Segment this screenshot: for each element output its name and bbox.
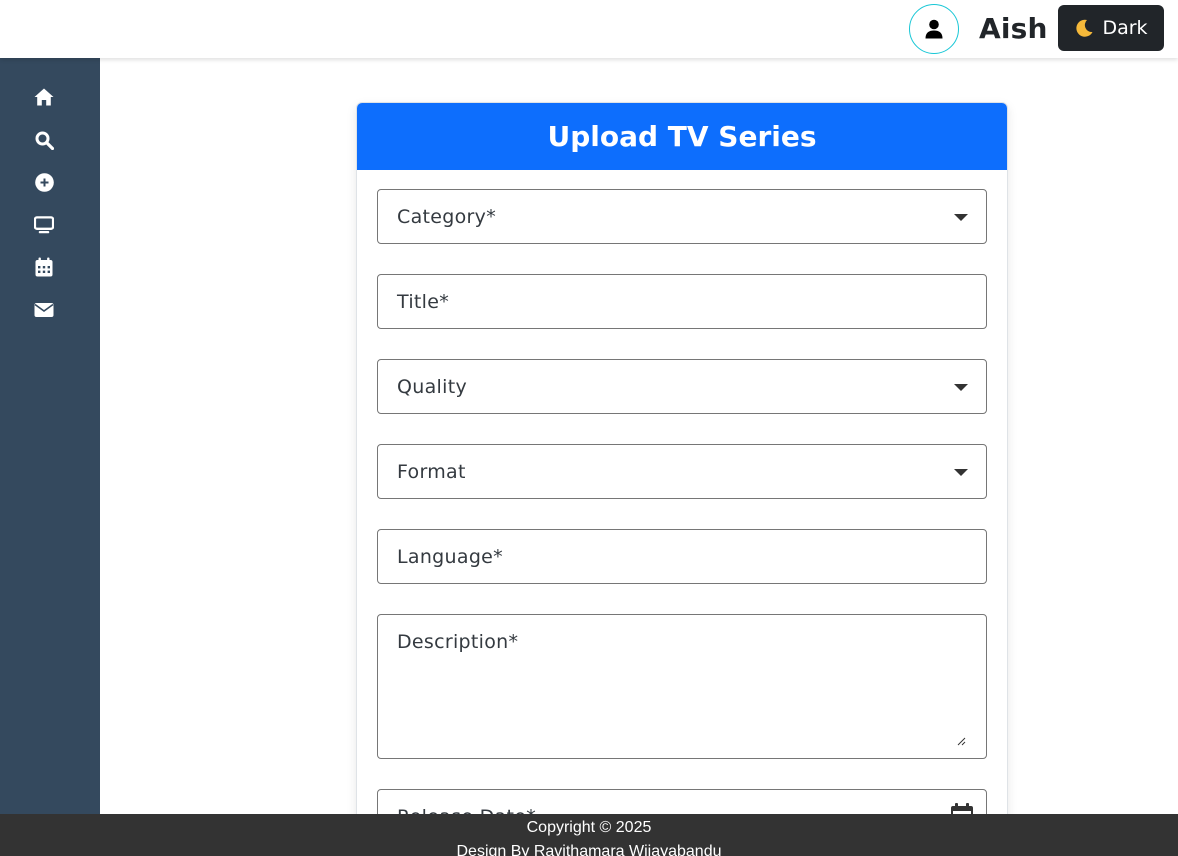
description-label: Description* [397,631,519,653]
user-avatar[interactable] [909,4,959,54]
home-icon [34,88,54,106]
sidebar-item-messages[interactable] [34,300,54,320]
category-label: Category* [397,206,496,228]
envelope-icon [34,303,54,317]
footer-credit: Design By Ravithamara Wijayabandu [456,843,722,856]
moon-icon [1076,19,1093,37]
format-label: Format [397,461,466,483]
quality-select[interactable]: Quality [377,359,987,414]
category-select[interactable]: Category* [377,189,987,244]
upload-form-card: Upload TV Series Category* Title* Qualit… [356,102,1008,856]
format-select[interactable]: Format [377,444,987,499]
resize-grip-icon[interactable] [956,736,966,746]
sidebar-item-home[interactable] [34,87,54,107]
sidebar-item-calendar[interactable] [34,257,54,277]
quality-label: Quality [397,376,467,398]
sidebar-item-tv[interactable] [34,215,54,235]
sidebar-item-search[interactable] [34,130,54,150]
plus-circle-icon [34,172,54,192]
language-label: Language* [397,546,503,568]
username: Aish [979,12,1048,45]
form-title: Upload TV Series [357,103,1007,170]
sidebar [0,58,100,814]
footer-copyright: Copyright © 2025 [526,819,652,836]
chevron-down-icon [954,469,968,476]
description-textarea[interactable]: Description* [377,614,987,759]
dark-mode-label: Dark [1102,17,1148,39]
footer: Copyright © 2025 Design By Ravithamara W… [0,814,1178,856]
title-label: Title* [397,291,450,313]
calendar-icon [35,257,53,277]
chevron-down-icon [954,384,968,391]
dark-mode-button[interactable]: Dark [1058,5,1164,51]
search-icon [35,131,54,150]
user-icon [925,19,943,39]
chevron-down-icon [954,214,968,221]
top-navbar: Aish Dark [0,0,1178,58]
sidebar-item-add[interactable] [34,172,54,192]
language-input[interactable]: Language* [377,529,987,584]
title-input[interactable]: Title* [377,274,987,329]
tv-icon [34,216,54,234]
